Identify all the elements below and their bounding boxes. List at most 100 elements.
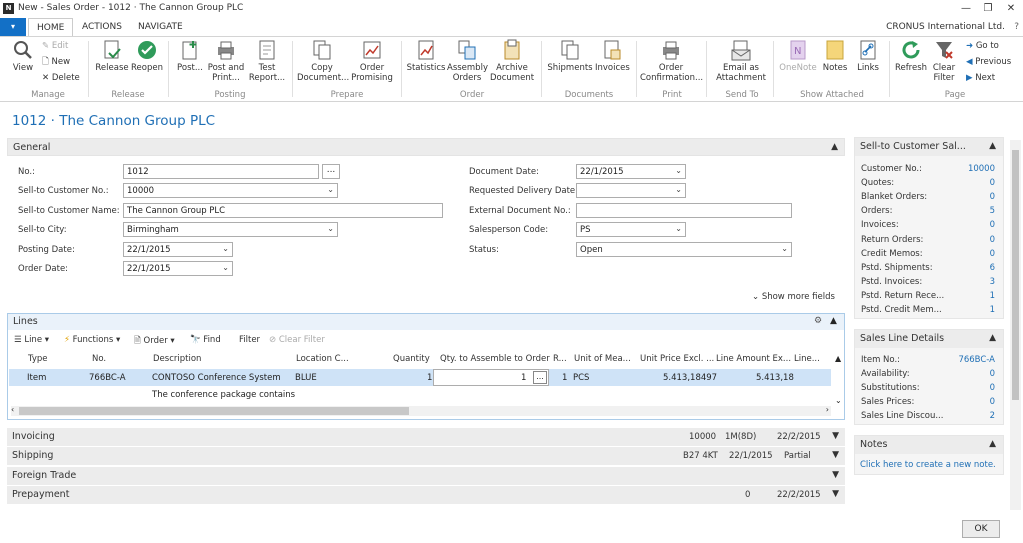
fact-value[interactable]: 5 xyxy=(990,206,995,216)
chevron-down-icon[interactable]: ⌄ xyxy=(222,262,229,274)
notes-button[interactable]: Notes xyxy=(820,39,850,73)
links-button[interactable]: Links xyxy=(853,39,883,73)
fact-value[interactable]: 0 xyxy=(990,249,995,259)
vertical-scrollbar[interactable] xyxy=(1010,140,1021,510)
shipping-fasttab[interactable]: Shipping B27 4KT 22/1/2015 Partial ▼ xyxy=(7,447,845,465)
fact-value[interactable]: 0 xyxy=(990,220,995,230)
line-menu-button[interactable]: ☰ Line ▾ xyxy=(14,335,49,345)
chevron-up-icon[interactable]: ▲ xyxy=(989,333,996,343)
functions-menu-button[interactable]: ⚡ Functions ▾ xyxy=(64,335,120,345)
onenote-button[interactable]: N OneNote xyxy=(778,39,818,73)
horizontal-scroll-thumb[interactable] xyxy=(19,407,409,415)
chevron-down-icon[interactable]: ▼ xyxy=(832,431,839,441)
fact-value[interactable]: 0 xyxy=(990,178,995,188)
table-row[interactable]: Item 766BC-A CONTOSO Conference System B… xyxy=(9,369,831,386)
order-confirmation-button[interactable]: Order Confirmation... xyxy=(640,39,703,83)
create-note-link[interactable]: Click here to create a new note. xyxy=(860,460,996,470)
tab-navigate[interactable]: NAVIGATE xyxy=(130,18,191,36)
fact-value[interactable]: 2 xyxy=(990,411,995,421)
fact-value[interactable]: 1 xyxy=(990,305,995,315)
general-fasttab-header[interactable]: General ▲ xyxy=(7,138,845,156)
next-button[interactable]: ▶ Next xyxy=(966,73,995,84)
clear-filter-button[interactable]: Clear Filter xyxy=(930,39,958,83)
new-button[interactable]: 🗋 New xyxy=(42,57,70,68)
fact-value[interactable]: 3 xyxy=(990,277,995,287)
chevron-up-icon[interactable]: ▲ xyxy=(830,316,837,326)
sell-to-customer-name-field[interactable]: The Cannon Group PLC xyxy=(123,203,443,218)
restore-icon[interactable]: ❐ xyxy=(980,2,996,16)
post-button[interactable]: Post... xyxy=(175,39,205,73)
show-more-fields-link[interactable]: ⌄ Show more fields xyxy=(752,292,835,302)
fact-value[interactable]: 1 xyxy=(990,291,995,301)
order-promising-button[interactable]: Order Promising xyxy=(350,39,394,83)
chevron-down-icon[interactable]: ⌄ xyxy=(675,184,682,196)
order-menu-button[interactable]: 🗎 Order ▾ xyxy=(134,335,175,349)
chevron-down-icon[interactable]: ▼ xyxy=(832,489,839,499)
ok-button[interactable]: OK xyxy=(962,520,1000,538)
scroll-up-icon[interactable]: ▲ xyxy=(835,354,841,363)
chevron-down-icon[interactable]: ⌄ xyxy=(327,223,334,235)
qty-assemble-input[interactable]: 1 ... xyxy=(433,369,549,386)
requested-delivery-date-field[interactable]: ⌄ xyxy=(576,183,686,198)
order-date-field[interactable]: 22/1/2015 ⌄ xyxy=(123,261,233,276)
minimize-icon[interactable]: — xyxy=(958,2,974,16)
chevron-down-icon[interactable]: ▼ xyxy=(832,450,839,460)
factbox-line-header[interactable]: Sales Line Details ▲ xyxy=(855,330,1003,348)
foreign-trade-fasttab[interactable]: Foreign Trade ▼ xyxy=(7,467,845,485)
horizontal-scrollbar[interactable]: ‹ › xyxy=(11,405,831,416)
invoicing-fasttab[interactable]: Invoicing 10000 1M(8D) 22/2/2015 ▼ xyxy=(7,428,845,446)
edit-button[interactable]: ✎ Edit xyxy=(42,41,68,52)
find-button[interactable]: 🔭 Find xyxy=(190,335,221,345)
no-assist-button[interactable]: ... xyxy=(322,164,340,179)
col-header-quantity[interactable]: Quantity xyxy=(393,354,430,364)
fact-value[interactable]: 0 xyxy=(990,369,995,379)
col-header-type[interactable]: Type xyxy=(28,354,48,364)
chevron-down-icon[interactable]: ⌄ xyxy=(675,223,682,235)
reopen-button[interactable]: Reopen xyxy=(131,39,163,73)
qty-assemble-assist-button[interactable]: ... xyxy=(533,371,547,384)
shipments-button[interactable]: Shipments xyxy=(547,39,593,73)
chevron-down-icon[interactable]: ⌄ xyxy=(675,165,682,177)
chevron-down-icon[interactable]: ⌄ xyxy=(222,243,229,255)
help-icon[interactable]: ? xyxy=(1014,22,1019,32)
fact-value[interactable]: 0 xyxy=(990,383,995,393)
prepayment-fasttab[interactable]: Prepayment 0 22/2/2015 ▼ xyxy=(7,486,845,504)
email-attachment-button[interactable]: Email as Attachment xyxy=(716,39,766,83)
clear-filter-lines-button[interactable]: ⊘ Clear Filter xyxy=(269,335,325,345)
col-header-qty-assemble[interactable]: Qty. to Assemble to Order xyxy=(440,354,550,364)
factbox-customer-header[interactable]: Sell-to Customer Sal... ▲ xyxy=(855,138,1003,156)
sell-to-customer-no-field[interactable]: 10000 ⌄ xyxy=(123,183,338,198)
posting-date-field[interactable]: 22/1/2015 ⌄ xyxy=(123,242,233,257)
filter-button[interactable]: Filter xyxy=(239,335,260,345)
status-field[interactable]: Open ⌄ xyxy=(576,242,792,257)
chevron-up-icon[interactable]: ▲ xyxy=(989,439,996,449)
tab-actions[interactable]: ACTIONS xyxy=(74,18,130,36)
col-header-no[interactable]: No. xyxy=(92,354,106,364)
view-button[interactable]: View xyxy=(10,39,36,73)
copy-document-button[interactable]: Copy Document... xyxy=(297,39,349,83)
post-and-print-button[interactable]: Post and Print... xyxy=(207,39,245,83)
col-header-uom[interactable]: Unit of Mea... xyxy=(574,354,631,364)
col-header-location[interactable]: Location C... xyxy=(296,354,349,364)
document-date-field[interactable]: 22/1/2015 ⌄ xyxy=(576,164,686,179)
external-document-no-field[interactable] xyxy=(576,203,792,218)
col-header-unit-price[interactable]: Unit Price Excl. ... xyxy=(640,354,714,364)
chevron-down-icon[interactable]: ▼ xyxy=(832,470,839,480)
release-button[interactable]: Release xyxy=(95,39,129,73)
fact-value[interactable]: 6 xyxy=(990,263,995,273)
go-to-button[interactable]: ➜ Go to xyxy=(966,41,999,52)
fact-value[interactable]: 0 xyxy=(990,192,995,202)
col-header-line-discount[interactable]: Line... xyxy=(794,354,820,364)
no-field[interactable]: 1012 xyxy=(123,164,319,179)
statistics-button[interactable]: Statistics xyxy=(405,39,447,73)
fact-value[interactable]: 0 xyxy=(990,397,995,407)
test-report-button[interactable]: Test Report... xyxy=(248,39,286,83)
sell-to-city-field[interactable]: Birmingham ⌄ xyxy=(123,222,338,237)
col-header-line-amount[interactable]: Line Amount Ex... xyxy=(716,354,791,364)
col-header-reserved[interactable]: R... xyxy=(553,354,567,364)
refresh-button[interactable]: Refresh xyxy=(894,39,928,73)
chevron-up-icon[interactable]: ▲ xyxy=(831,142,838,152)
close-icon[interactable]: ✕ xyxy=(1003,2,1019,16)
gear-icon[interactable]: ⚙ xyxy=(814,316,822,326)
scroll-right-icon[interactable]: › xyxy=(826,405,829,414)
